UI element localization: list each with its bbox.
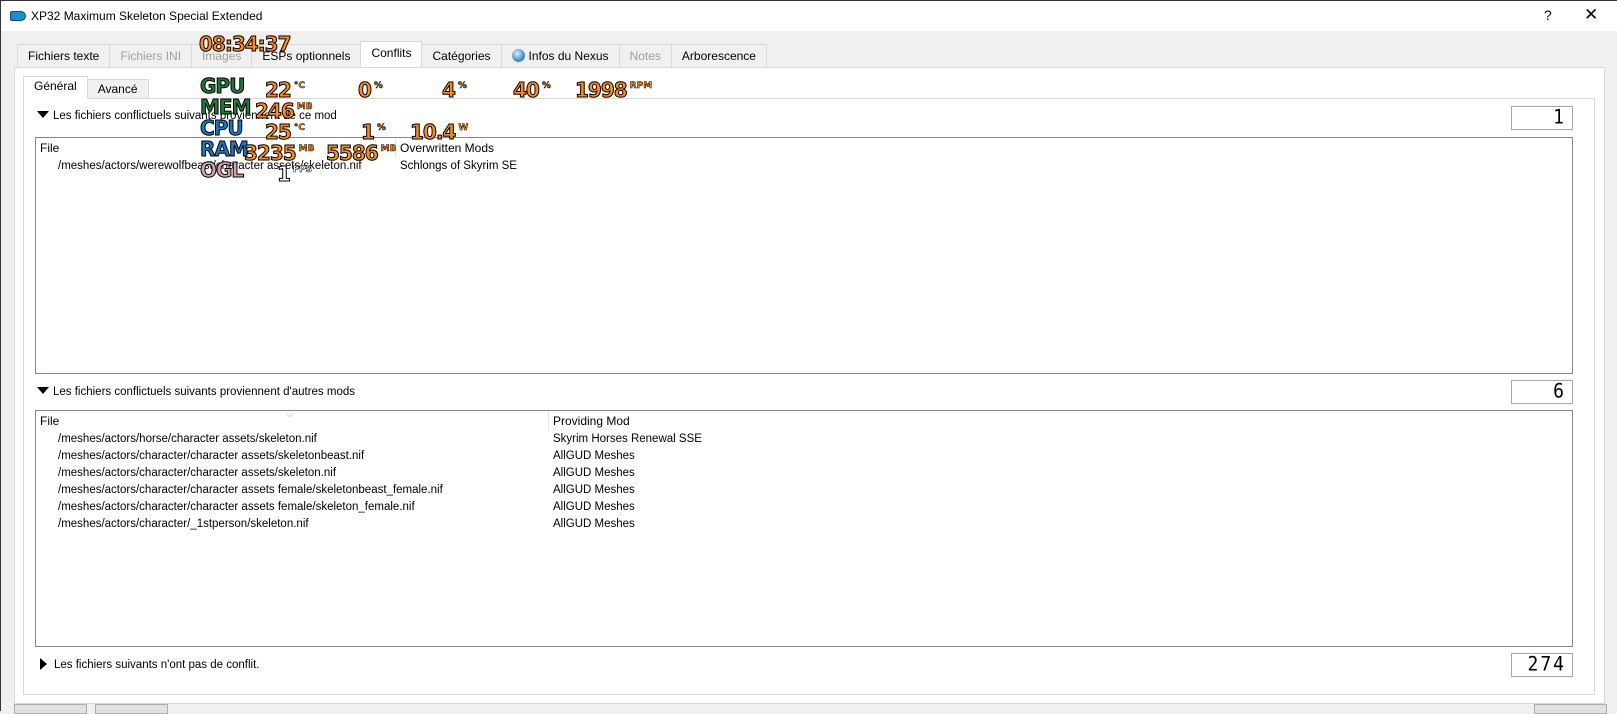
file-path: /meshes/actors/horse/character assets/sk…	[58, 433, 317, 445]
window-title: XP32 Maximum Skeleton Special Extended	[31, 9, 263, 23]
file-path: /meshes/actors/character/character asset…	[58, 501, 415, 513]
file-path: /meshes/actors/character/character asset…	[58, 467, 337, 479]
mod-name: AllGUD Meshes	[553, 450, 635, 462]
tree-row[interactable]: /meshes/actors/horse/character assets/sk…	[36, 431, 1572, 448]
overwritten-count: 6	[1511, 379, 1573, 405]
tab-label: Arborescence	[681, 49, 756, 63]
file-path: /meshes/actors/character/character asset…	[58, 484, 443, 496]
mod-info-window: XP32 Maximum Skeleton Special Extended ?…	[0, 0, 1617, 714]
collapsed-arrow-icon	[40, 658, 47, 670]
bottom-button-2[interactable]	[95, 704, 168, 714]
tab-conflits[interactable]: Conflits	[360, 41, 423, 67]
file-path: /meshes/actors/werewolfbeast/character a…	[58, 160, 362, 172]
mod-name: AllGUD Meshes	[553, 467, 635, 479]
subtab-avance[interactable]: Avancé	[86, 79, 149, 99]
tab-label: Notes	[629, 49, 661, 63]
tab-label: Fichiers texte	[28, 49, 100, 63]
tab-images[interactable]: Images	[191, 44, 253, 67]
tree-row[interactable]: /meshes/actors/character/_1stperson/skel…	[36, 516, 1572, 533]
close-button[interactable]: ✕	[1584, 5, 1598, 25]
bottom-button-close[interactable]	[1534, 704, 1607, 714]
overwritten-section-toggle[interactable]: Les fichiers conflictuels suivants provi…	[37, 386, 355, 398]
tab-label: Infos du Nexus	[528, 49, 609, 63]
help-button[interactable]: ?	[1544, 7, 1552, 23]
noconflict-section-toggle[interactable]: Les fichiers suivants n'ont pas de confl…	[37, 658, 259, 671]
overwritten-tree[interactable]: ⌵ File Providing Mod /meshes/actors/hors…	[35, 410, 1573, 647]
tree-row[interactable]: /meshes/actors/werewolfbeast/character a…	[36, 158, 1572, 175]
tree-row[interactable]: /meshes/actors/character/character asset…	[36, 465, 1572, 482]
tab-label: Catégories	[432, 49, 491, 63]
subtab-general[interactable]: Général	[23, 76, 88, 99]
noconflict-count: 274	[1511, 652, 1573, 678]
tree-header: File Providing Mod	[36, 411, 1572, 431]
column-header-providing-mod[interactable]: Providing Mod	[549, 411, 949, 431]
tree-header: File Overwritten Mods	[36, 138, 1572, 158]
column-header-file[interactable]: File	[36, 411, 549, 431]
file-path: /meshes/actors/character/character asset…	[58, 450, 365, 462]
file-path: /meshes/actors/character/_1stperson/skel…	[58, 518, 309, 530]
tab-arborescence[interactable]: Arborescence	[670, 44, 767, 67]
title-bar: XP32 Maximum Skeleton Special Extended ?…	[1, 1, 1617, 31]
mod-name: Schlongs of Skyrim SE	[400, 160, 517, 172]
section-label: Les fichiers suivants n'ont pas de confl…	[54, 659, 260, 671]
main-tab-bar: Fichiers texte Fichiers INI Images ESPs …	[17, 41, 767, 68]
section-label: Les fichiers conflictuels suivants provi…	[53, 110, 337, 122]
section-label: Les fichiers conflictuels suivants provi…	[53, 386, 355, 398]
tab-categories[interactable]: Catégories	[421, 44, 502, 67]
subtab-label: Avancé	[97, 82, 138, 96]
column-header-overwritten-mods[interactable]: Overwritten Mods	[396, 138, 696, 158]
overwrites-tree[interactable]: File Overwritten Mods /meshes/actors/wer…	[35, 137, 1573, 374]
mod-name: AllGUD Meshes	[553, 484, 635, 496]
tab-label: Fichiers INI	[120, 49, 182, 63]
tab-label: ESPs optionnels	[262, 49, 351, 63]
column-header-file[interactable]: File	[36, 138, 396, 158]
mod-name: AllGUD Meshes	[553, 518, 635, 530]
tree-row[interactable]: /meshes/actors/character/character asset…	[36, 499, 1572, 516]
expanded-arrow-icon	[37, 111, 49, 118]
subtab-label: Général	[34, 79, 77, 93]
expanded-arrow-icon	[37, 387, 49, 394]
app-icon	[10, 11, 26, 21]
tab-fichiers-texte[interactable]: Fichiers texte	[17, 44, 111, 67]
tree-row[interactable]: /meshes/actors/character/character asset…	[36, 448, 1572, 465]
tab-infos-nexus[interactable]: Infos du Nexus	[500, 44, 620, 67]
overwrites-section-toggle[interactable]: Les fichiers conflictuels suivants provi…	[37, 110, 337, 122]
tree-row[interactable]: /meshes/actors/character/character asset…	[36, 482, 1572, 499]
tab-esps-optionnels[interactable]: ESPs optionnels	[251, 44, 362, 67]
tab-label: Images	[202, 49, 242, 63]
overwrites-count: 1	[1511, 105, 1573, 131]
tab-notes[interactable]: Notes	[618, 44, 672, 67]
tab-fichiers-ini[interactable]: Fichiers INI	[109, 44, 193, 67]
mod-name: Skyrim Horses Renewal SSE	[553, 433, 702, 445]
bottom-button-1[interactable]	[14, 704, 87, 714]
tab-label: Conflits	[371, 46, 412, 60]
globe-icon	[511, 49, 525, 62]
sub-tab-bar: Général Avancé	[23, 76, 149, 99]
mod-name: AllGUD Meshes	[553, 501, 635, 513]
